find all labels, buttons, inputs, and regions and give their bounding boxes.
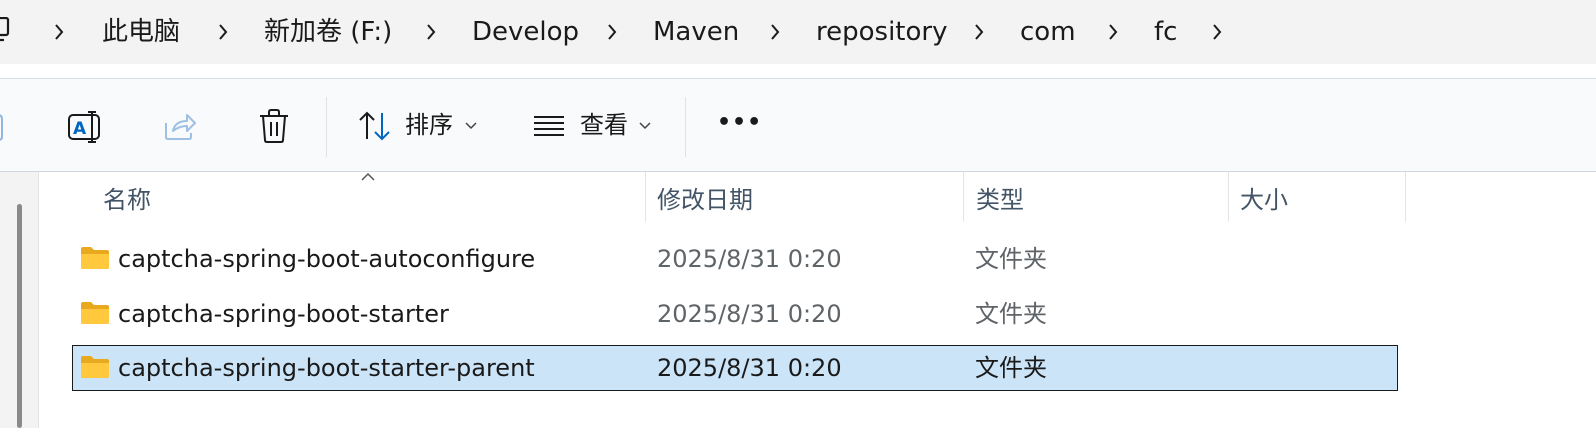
chevron-right-icon[interactable] (52, 22, 66, 42)
chevron-right-icon[interactable] (1106, 22, 1120, 42)
breadcrumb-item-repository[interactable]: repository (816, 14, 947, 50)
file-modified: 2025/8/31 0:20 (657, 300, 842, 328)
chevron-right-icon[interactable] (424, 22, 438, 42)
column-header-name[interactable]: 名称 (103, 184, 151, 216)
column-header-type[interactable]: 类型 (976, 184, 1024, 216)
svg-text:A: A (73, 119, 87, 139)
more-options-button[interactable]: ••• (717, 107, 762, 139)
table-row[interactable]: captcha-spring-boot-autoconfigure 2025/8… (72, 236, 1398, 282)
breadcrumb-item-maven[interactable]: Maven (653, 14, 739, 50)
paste-icon[interactable] (0, 111, 6, 141)
folder-icon (81, 302, 109, 324)
toolbar-divider (326, 97, 327, 157)
breadcrumb-item-develop[interactable]: Develop (472, 14, 579, 50)
navigation-scrollbar[interactable] (17, 204, 22, 428)
column-divider[interactable] (1228, 172, 1229, 222)
file-type: 文件夹 (975, 300, 1047, 328)
column-header-size[interactable]: 大小 (1240, 184, 1288, 216)
sort-ascending-indicator-icon (361, 172, 375, 181)
sort-label: 排序 (405, 111, 453, 139)
table-row-selected[interactable]: captcha-spring-boot-starter-parent 2025/… (72, 345, 1398, 391)
sort-icon (359, 111, 390, 141)
breadcrumb-item-this-pc[interactable]: 此电脑 (102, 14, 180, 50)
chevron-right-icon[interactable] (605, 22, 619, 42)
column-divider[interactable] (963, 172, 964, 222)
chevron-right-icon[interactable] (972, 22, 986, 42)
view-button[interactable]: 查看 (515, 79, 675, 171)
breadcrumb-item-fc[interactable]: fc (1154, 14, 1177, 50)
file-list-area: 名称 修改日期 类型 大小 captcha-spring-boot-autoco… (0, 172, 1596, 428)
file-type: 文件夹 (975, 354, 1047, 382)
chevron-down-icon (639, 122, 651, 130)
navigation-pane (0, 172, 38, 428)
file-modified: 2025/8/31 0:20 (657, 245, 842, 273)
toolbar-divider (685, 97, 686, 157)
share-icon[interactable] (163, 111, 197, 141)
file-modified: 2025/8/31 0:20 (657, 354, 842, 382)
command-bar: A 排序 查看 ••• (0, 79, 1596, 172)
file-type: 文件夹 (975, 245, 1047, 273)
chevron-right-icon[interactable] (216, 22, 230, 42)
delete-icon[interactable] (258, 109, 290, 143)
chevron-down-icon (465, 122, 477, 130)
folder-icon (81, 247, 109, 269)
column-divider[interactable] (1405, 172, 1406, 222)
chevron-right-icon[interactable] (768, 22, 782, 42)
file-name[interactable]: captcha-spring-boot-starter (118, 297, 449, 331)
this-pc-icon[interactable] (0, 17, 10, 43)
pane-divider[interactable] (38, 172, 39, 428)
column-divider[interactable] (645, 172, 646, 222)
column-header-modified[interactable]: 修改日期 (657, 184, 753, 216)
folder-icon (81, 356, 109, 378)
file-name[interactable]: captcha-spring-boot-autoconfigure (118, 242, 535, 276)
rename-icon[interactable]: A (68, 111, 104, 143)
view-list-icon (534, 116, 564, 136)
address-bar[interactable]: 此电脑 新加卷 (F:) Develop Maven repository co… (0, 0, 1596, 64)
sort-button[interactable]: 排序 (340, 79, 500, 171)
view-label: 查看 (580, 111, 628, 139)
table-row[interactable]: captcha-spring-boot-starter 2025/8/31 0:… (72, 291, 1398, 337)
breadcrumb-item-com[interactable]: com (1020, 14, 1076, 50)
chevron-right-icon[interactable] (1210, 22, 1224, 42)
file-name[interactable]: captcha-spring-boot-starter-parent (118, 351, 535, 385)
breadcrumb-item-drive[interactable]: 新加卷 (F:) (264, 14, 392, 50)
